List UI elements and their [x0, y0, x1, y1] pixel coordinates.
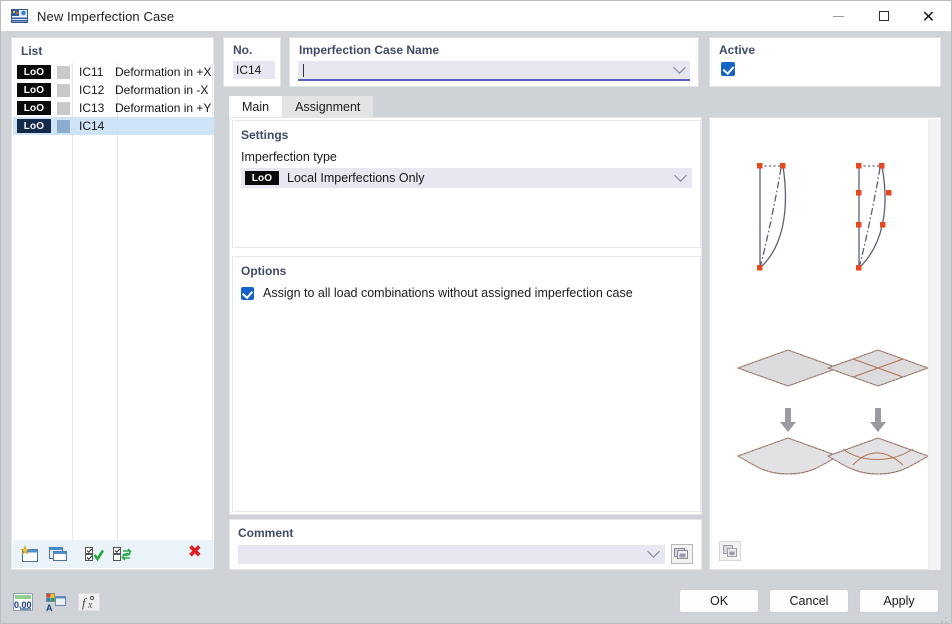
number-field-group: No. IC14	[223, 37, 281, 87]
options-title: Options	[241, 264, 287, 278]
list-item-number: IC12	[79, 83, 105, 97]
active-checkbox[interactable]	[721, 62, 735, 76]
comment-group: Comment	[229, 519, 702, 570]
imperfection-type-value: Local Imperfections Only	[287, 171, 425, 185]
image-options-icon[interactable]	[719, 541, 741, 561]
copy-imperfection-case-icon[interactable]	[47, 544, 69, 564]
case-name-group: Imperfection Case Name	[289, 37, 699, 87]
tab-bar: Main Assignment	[229, 96, 374, 117]
imperfection-type-badge: LoO	[17, 65, 51, 79]
settings-group: Settings Imperfection type LoO Local Imp…	[232, 120, 701, 248]
list-item-number: IC13	[79, 101, 105, 115]
list-item-selected[interactable]: LoO IC14	[13, 117, 214, 135]
number-field-label: No.	[233, 43, 253, 57]
color-swatch	[57, 101, 70, 115]
color-swatch	[57, 65, 70, 79]
illustration-panel	[709, 117, 941, 570]
chevron-down-icon[interactable]	[674, 169, 687, 182]
window-controls: ✕	[816, 1, 951, 31]
imperfection-type-badge: LoO	[17, 101, 51, 115]
apply-button[interactable]: Apply	[859, 589, 939, 613]
resize-grip[interactable]	[940, 613, 948, 623]
list-item-name: Deformation in +X	[115, 65, 212, 79]
illustration-scrollbar[interactable]	[928, 119, 939, 570]
svg-text:x: x	[87, 600, 93, 611]
comment-library-icon[interactable]	[671, 544, 693, 564]
comment-input[interactable]	[238, 544, 665, 564]
app-window-icon	[11, 8, 28, 24]
list-toolbar: ✖	[13, 540, 214, 568]
color-swatch	[57, 119, 70, 133]
cancel-button[interactable]: Cancel	[769, 589, 849, 613]
title-bar: New Imperfection Case ✕	[1, 1, 951, 31]
invert-selection-icon[interactable]	[111, 544, 133, 564]
case-name-input[interactable]	[298, 61, 690, 81]
color-swatch	[57, 83, 70, 97]
imperfection-type-badge: LoO	[17, 119, 51, 133]
settings-title: Settings	[241, 128, 289, 142]
imperfection-case-list[interactable]: LoO IC11 Deformation in +X LoO IC12 Defo…	[13, 63, 214, 541]
window-title: New Imperfection Case	[37, 8, 175, 24]
list-panel: List LoO IC11 Deformation in +X LoO IC12…	[11, 37, 214, 570]
assign-all-label: Assign to all load combinations without …	[263, 286, 633, 300]
assign-all-checkbox[interactable]	[241, 286, 254, 300]
comment-row	[238, 544, 693, 564]
imperfection-illustration	[710, 118, 930, 533]
imperfection-type-label: Imperfection type	[241, 150, 337, 164]
new-imperfection-case-icon[interactable]	[19, 544, 41, 564]
list-item[interactable]: LoO IC12 Deformation in -X	[13, 81, 214, 99]
delete-icon[interactable]: ✖	[188, 544, 202, 561]
ok-button-label: OK	[709, 594, 729, 608]
list-item[interactable]: LoO IC13 Deformation in +Y	[13, 99, 214, 117]
main-tab-panel: Settings Imperfection type LoO Local Imp…	[229, 117, 702, 515]
imperfection-type-dropdown[interactable]: LoO Local Imperfections Only	[241, 168, 692, 188]
bottom-toolbar: 0.00 A f x	[11, 591, 110, 613]
list-item-name: Deformation in +Y	[115, 101, 212, 115]
assign-all-option-row[interactable]: Assign to all load combinations without …	[233, 278, 700, 300]
list-item-name: Deformation in -X	[115, 83, 209, 97]
close-button[interactable]: ✕	[906, 1, 951, 31]
list-item[interactable]: LoO IC11 Deformation in +X	[13, 63, 214, 81]
list-item-number: IC14	[79, 119, 105, 133]
options-group: Options Assign to all load combinations …	[232, 256, 701, 512]
tab-main-label: Main	[242, 99, 270, 114]
dialog-window: New Imperfection Case ✕ List LoO IC11 De…	[0, 0, 952, 624]
ok-button[interactable]: OK	[679, 589, 759, 613]
apply-button-label: Apply	[883, 594, 915, 608]
imperfection-type-badge: LoO	[245, 171, 279, 185]
maximize-button[interactable]	[861, 1, 906, 31]
active-label: Active	[719, 43, 756, 57]
minimize-button[interactable]	[816, 1, 861, 31]
units-decimal-places-icon[interactable]: 0.00	[11, 591, 35, 613]
list-item-number: IC11	[79, 65, 104, 79]
display-properties-icon[interactable]: A	[44, 591, 68, 613]
comment-title: Comment	[238, 526, 294, 540]
tab-main[interactable]: Main	[229, 96, 283, 117]
tab-assignment[interactable]: Assignment	[282, 96, 374, 117]
number-field-value[interactable]: IC14	[233, 61, 275, 79]
active-group: Active	[709, 37, 941, 87]
cancel-button-label: Cancel	[789, 594, 829, 608]
chevron-down-icon[interactable]	[647, 544, 660, 558]
case-name-label: Imperfection Case Name	[299, 43, 440, 57]
list-panel-legend: List	[21, 44, 43, 58]
tab-assignment-label: Assignment	[295, 99, 361, 114]
svg-text:A: A	[46, 603, 53, 613]
chevron-down-icon[interactable]	[673, 61, 686, 74]
select-all-icon[interactable]	[83, 544, 105, 564]
text-caret	[303, 63, 304, 77]
imperfection-type-badge: LoO	[17, 83, 51, 97]
formula-fx-icon[interactable]: f x	[77, 591, 101, 613]
dialog-buttons: OK Cancel Apply	[669, 589, 939, 613]
